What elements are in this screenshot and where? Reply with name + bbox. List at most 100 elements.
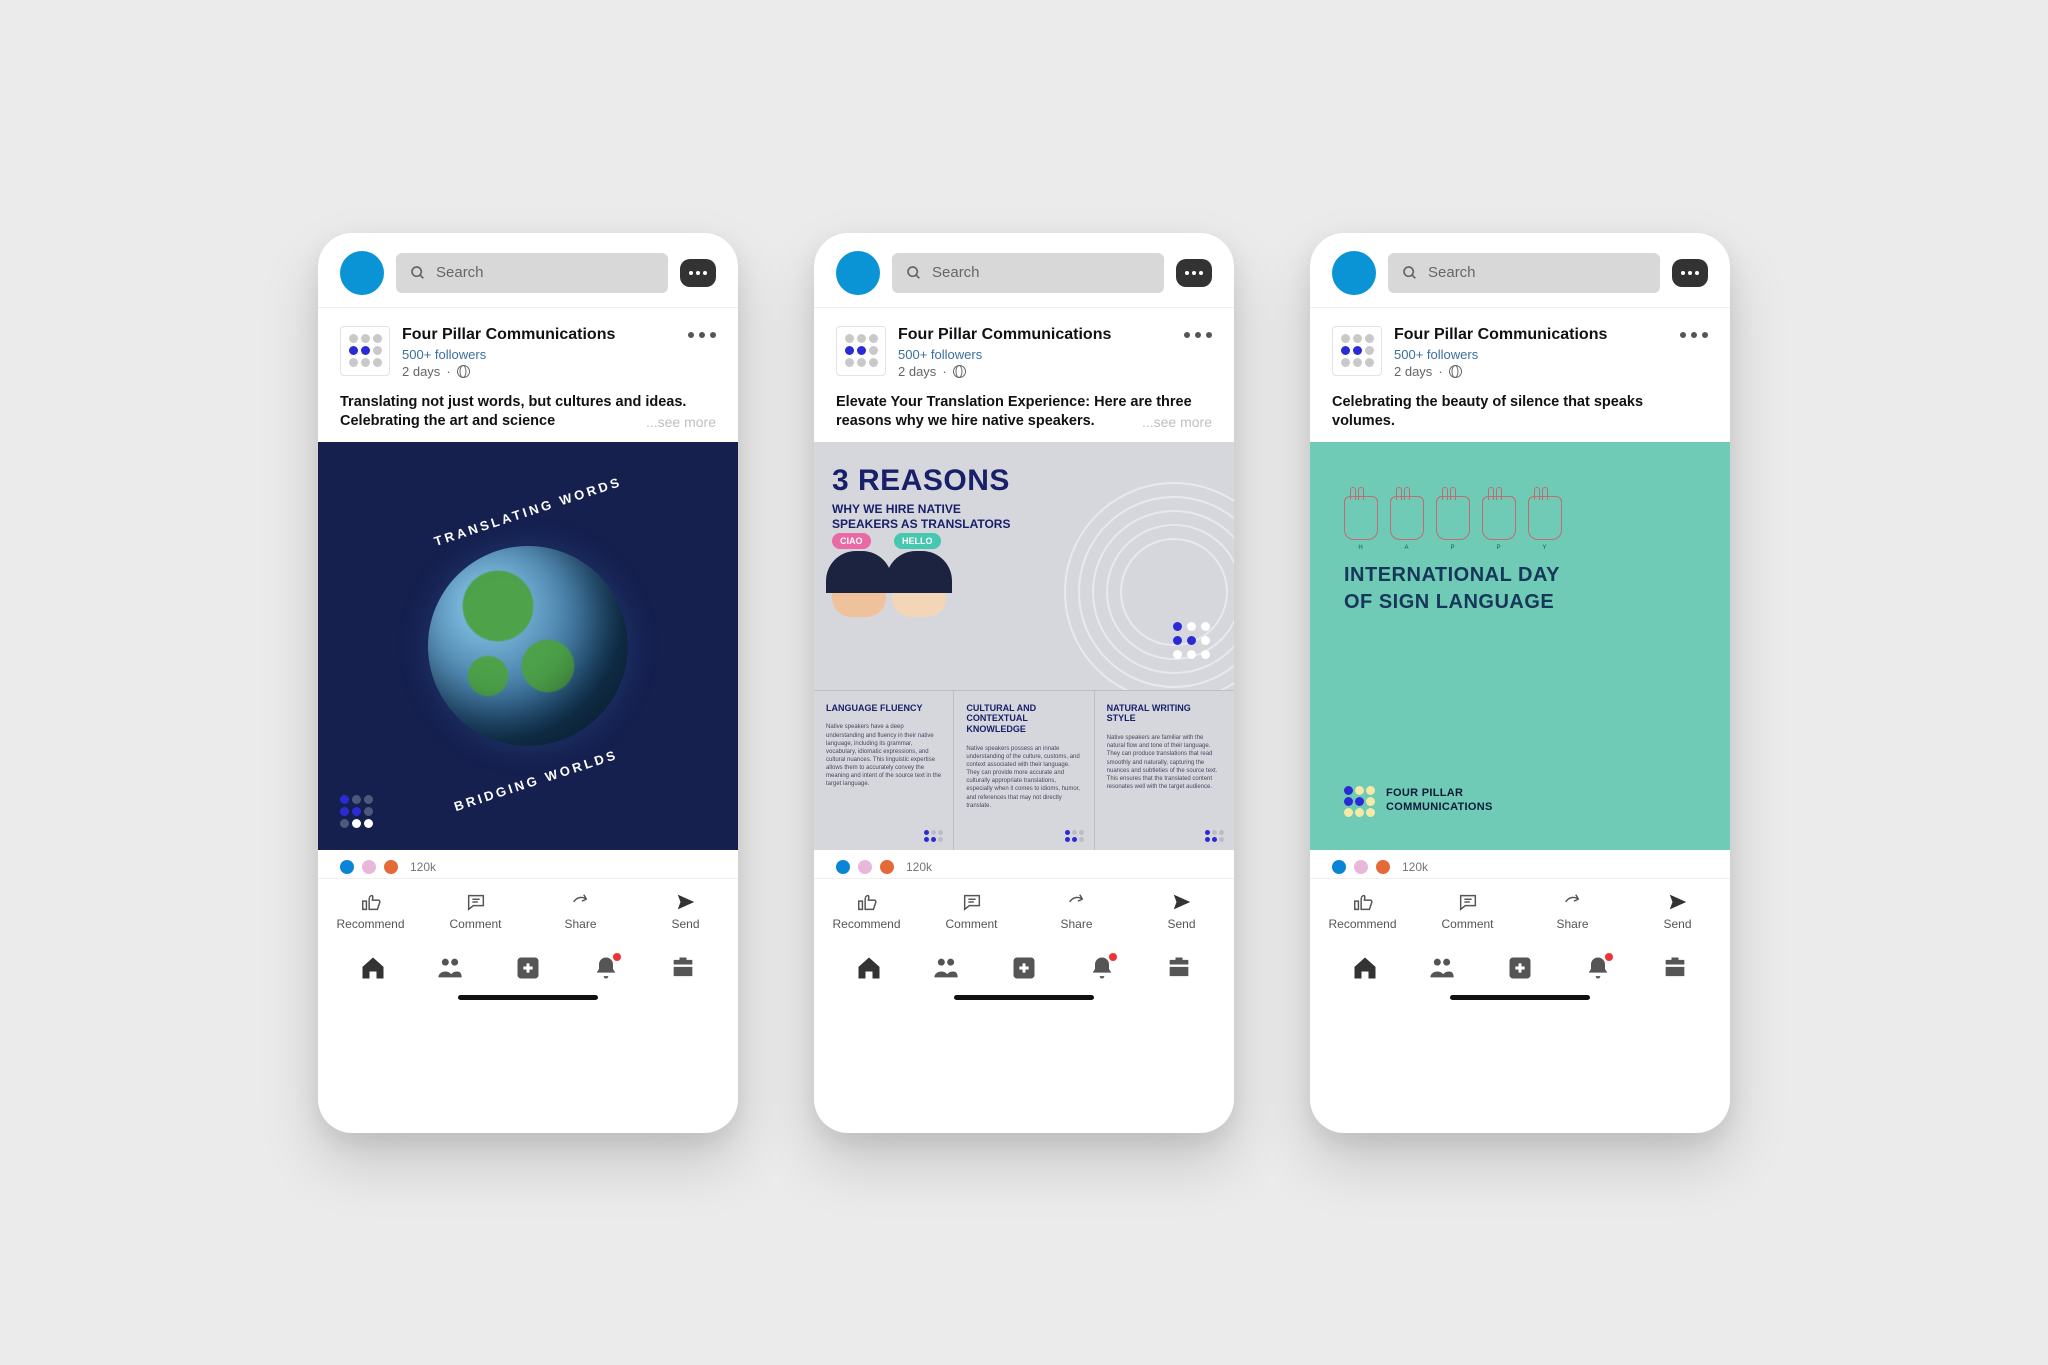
post-caption: Translating not just words, but cultures… (318, 389, 738, 442)
author-name[interactable]: Four Pillar Communications (402, 326, 676, 344)
post-image[interactable]: H A P P Y INTERNATIONAL DAYOF SIGN LANGU… (1310, 442, 1730, 850)
reaction-love-icon (880, 860, 894, 874)
author-followers: 500+ followers (1394, 347, 1668, 362)
post-image[interactable]: 3 REASONS WHY WE HIRE NATIVE SPEAKERS AS… (814, 442, 1234, 850)
sign-language-hands: H A P P Y (1344, 496, 1696, 540)
reactions-row[interactable]: 120k (318, 850, 738, 878)
post-actions: Recommend Comment Share Send (318, 878, 738, 941)
phone-mockup: Search Four Pillar Communications 500+ f… (814, 233, 1234, 1133)
nav-jobs-icon[interactable] (1162, 953, 1196, 983)
comment-button[interactable]: Comment (423, 879, 528, 941)
search-input[interactable]: Search (892, 253, 1164, 293)
search-placeholder: Search (436, 264, 484, 281)
nav-notifications-icon[interactable] (589, 953, 623, 983)
reaction-like-icon (1332, 860, 1346, 874)
post-more-button[interactable] (688, 326, 716, 338)
send-button[interactable]: Send (1129, 879, 1234, 941)
search-placeholder: Search (932, 264, 980, 281)
search-icon (410, 265, 426, 281)
globe-icon (457, 365, 470, 378)
see-more-link[interactable]: ...see more (606, 413, 716, 432)
reaction-love-icon (1376, 860, 1390, 874)
post-image[interactable]: TRANSLATING WORDS BRIDGING WORLDS (318, 442, 738, 850)
comment-button[interactable]: Comment (919, 879, 1024, 941)
nav-post-icon[interactable] (511, 953, 545, 983)
author-avatar[interactable] (836, 326, 886, 376)
nav-notifications-icon[interactable] (1085, 953, 1119, 983)
reactions-row[interactable]: 120k (814, 850, 1234, 878)
topbar: Search (814, 251, 1234, 307)
share-button[interactable]: Share (528, 879, 633, 941)
author-followers: 500+ followers (402, 347, 676, 362)
post-more-button[interactable] (1680, 326, 1708, 338)
bottom-nav (318, 941, 738, 991)
search-input[interactable]: Search (1388, 253, 1660, 293)
nav-jobs-icon[interactable] (1658, 953, 1692, 983)
phone-mockup: Search Four Pillar Communications 500+ f… (318, 233, 738, 1133)
post-actions: Recommend Comment Share Send (814, 878, 1234, 941)
arc-decoration (1064, 482, 1234, 702)
brand-watermark (340, 795, 373, 828)
comment-button[interactable]: Comment (1415, 879, 1520, 941)
author-avatar[interactable] (340, 326, 390, 376)
messages-icon[interactable] (1176, 259, 1212, 287)
notification-badge (611, 951, 623, 963)
author-name[interactable]: Four Pillar Communications (1394, 326, 1668, 344)
home-indicator (458, 995, 598, 1000)
author-followers: 500+ followers (898, 347, 1172, 362)
topbar: Search (318, 251, 738, 307)
share-button[interactable]: Share (1024, 879, 1129, 941)
send-button[interactable]: Send (633, 879, 738, 941)
nav-home-icon[interactable] (356, 953, 390, 983)
reactions-row[interactable]: 120k (1310, 850, 1730, 878)
author-avatar[interactable] (1332, 326, 1382, 376)
nav-jobs-icon[interactable] (666, 953, 700, 983)
reaction-like-icon (340, 860, 354, 874)
post-more-button[interactable] (1184, 326, 1212, 338)
nav-network-icon[interactable] (929, 953, 963, 983)
infographic-subtitle: WHY WE HIRE NATIVE SPEAKERS AS TRANSLATO… (832, 502, 1012, 533)
reaction-count: 120k (410, 860, 436, 874)
reaction-celebrate-icon (362, 860, 376, 874)
reaction-celebrate-icon (1354, 860, 1368, 874)
search-icon (1402, 265, 1418, 281)
home-indicator (1450, 995, 1590, 1000)
messages-icon[interactable] (1672, 259, 1708, 287)
share-button[interactable]: Share (1520, 879, 1625, 941)
recommend-button[interactable]: Recommend (814, 879, 919, 941)
nav-notifications-icon[interactable] (1581, 953, 1615, 983)
post-header: Four Pillar Communications 500+ follower… (1310, 307, 1730, 389)
people-illustration: CIAO HELLO (832, 557, 946, 617)
author-name[interactable]: Four Pillar Communications (898, 326, 1172, 344)
post-actions: Recommend Comment Share Send (1310, 878, 1730, 941)
nav-network-icon[interactable] (1425, 953, 1459, 983)
post-time: 2 days · (898, 364, 1172, 379)
recommend-button[interactable]: Recommend (318, 879, 423, 941)
nav-post-icon[interactable] (1007, 953, 1041, 983)
messages-icon[interactable] (680, 259, 716, 287)
reaction-count: 120k (1402, 860, 1428, 874)
post-time: 2 days · (402, 364, 676, 379)
arc-text-bottom: BRIDGING WORLDS (453, 747, 621, 814)
nav-home-icon[interactable] (1348, 953, 1382, 983)
nav-network-icon[interactable] (433, 953, 467, 983)
see-more-link[interactable]: ...see more (1102, 413, 1212, 432)
profile-avatar[interactable] (340, 251, 384, 295)
search-icon (906, 265, 922, 281)
nav-home-icon[interactable] (852, 953, 886, 983)
globe-icon (953, 365, 966, 378)
arc-text-top: TRANSLATING WORDS (432, 474, 624, 549)
profile-avatar[interactable] (836, 251, 880, 295)
globe-icon (1449, 365, 1462, 378)
bottom-nav (1310, 941, 1730, 991)
topbar: Search (1310, 251, 1730, 307)
profile-avatar[interactable] (1332, 251, 1376, 295)
post-caption: Elevate Your Translation Experience: Her… (814, 389, 1234, 442)
send-button[interactable]: Send (1625, 879, 1730, 941)
phone-mockup: Search Four Pillar Communications 500+ f… (1310, 233, 1730, 1133)
search-placeholder: Search (1428, 264, 1476, 281)
nav-post-icon[interactable] (1503, 953, 1537, 983)
earth-graphic (428, 546, 628, 746)
search-input[interactable]: Search (396, 253, 668, 293)
recommend-button[interactable]: Recommend (1310, 879, 1415, 941)
